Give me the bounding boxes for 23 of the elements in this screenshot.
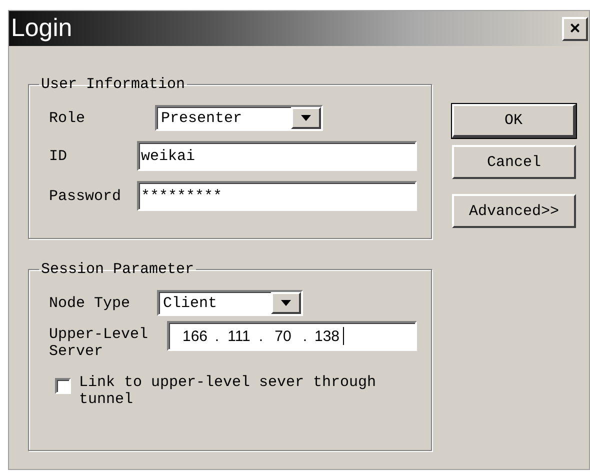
dialog-button[interactable]: Cancel <box>452 145 576 179</box>
field-label: Role <box>49 110 86 126</box>
field-label: ID <box>49 148 68 164</box>
checkbox[interactable] <box>55 378 71 394</box>
password-field[interactable]: ********* <box>137 181 417 211</box>
caret-icon <box>281 300 291 306</box>
caret-icon <box>301 115 311 121</box>
window-title: Login <box>11 14 72 43</box>
id-field[interactable]: weikai <box>137 141 417 171</box>
field-label: Upper-Level Server <box>49 326 150 360</box>
group-title: User Information <box>40 76 186 93</box>
role-dropdown[interactable]: Presenter <box>155 105 323 131</box>
dialog-button[interactable]: Advanced>> <box>452 194 576 228</box>
checkbox-label: Link to upper-level sever through tunnel <box>79 374 378 408</box>
field-label: Node Type <box>49 294 132 312</box>
dropdown-button[interactable] <box>291 107 321 129</box>
group-title: Session Parameter <box>40 261 196 278</box>
close-button[interactable]: × <box>562 16 588 40</box>
node-type-dropdown[interactable]: Client <box>157 290 303 316</box>
ip-address-field[interactable]: 166 . 111 . 70 . 138 <box>167 321 417 351</box>
dropdown-button[interactable] <box>271 292 301 314</box>
dialog-button[interactable]: OK <box>452 104 576 138</box>
field-label: Password <box>49 188 122 204</box>
